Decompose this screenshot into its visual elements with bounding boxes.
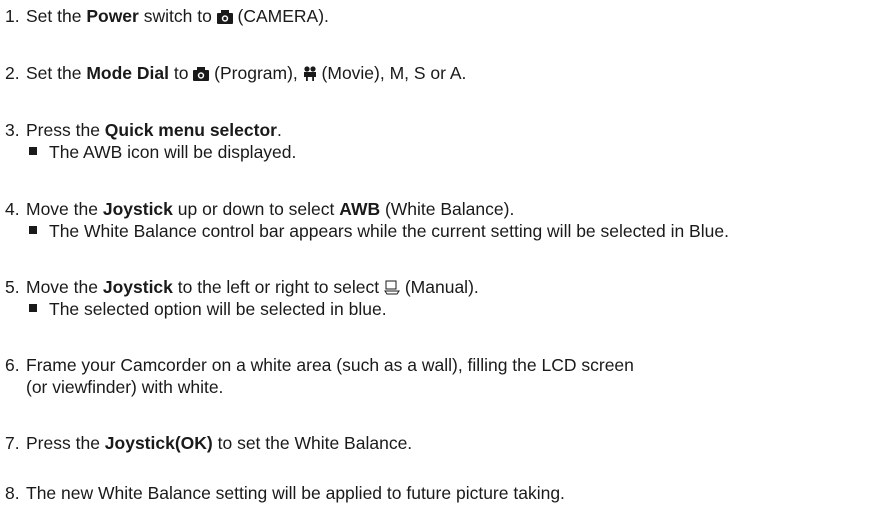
step-text: switch to	[138, 6, 217, 26]
step-2: 2. Set the Mode Dial to (Program), (Movie…	[5, 62, 466, 84]
step-keyword: Joystick	[102, 277, 173, 297]
step-text: (Program),	[209, 63, 303, 83]
sub-note-text: The selected option will be selected in …	[49, 299, 387, 319]
step-number: 4.	[5, 199, 20, 219]
camera-icon	[193, 67, 210, 81]
step-3: 3. Press the Quick menu selector. The AWB…	[5, 119, 296, 163]
step-7: 7. Press the Joystick(OK) to set the Whit…	[5, 432, 412, 454]
step-text: (CAMERA).	[232, 6, 329, 26]
step-8: 8. The new White Balance setting will be …	[5, 482, 565, 504]
step-text: up or down to select	[172, 199, 340, 219]
step-number: 2.	[5, 63, 20, 83]
step-sub-note: The White Balance control bar appears wh…	[5, 220, 729, 242]
step-text: Set the	[26, 63, 87, 83]
step-number: 5.	[5, 277, 20, 297]
step-text: Set the	[26, 6, 87, 26]
step-text: .	[276, 120, 282, 140]
step-number: 6.	[5, 355, 20, 375]
step-keyword: Joystick	[102, 199, 173, 219]
step-text: to the left or right to select	[172, 277, 384, 297]
step-text: Press the	[26, 120, 105, 140]
step-text: Press the	[26, 433, 105, 453]
step-text: to set the White Balance.	[212, 433, 413, 453]
step-6: 6. Frame your Camcorder on a white area (…	[5, 354, 634, 398]
bullet-square-icon	[29, 226, 37, 234]
step-keyword: Quick menu selector	[104, 120, 277, 140]
bullet-square-icon	[29, 304, 37, 312]
camera-icon	[216, 10, 233, 24]
step-sub-note: The selected option will be selected in …	[5, 298, 479, 320]
sub-note-text: The AWB icon will be displayed.	[49, 142, 297, 162]
bullet-square-icon	[29, 147, 37, 155]
instructions-page: 1. Set the Power switch to (CAMERA). 2. Se…	[0, 0, 892, 508]
step-4: 4. Move the Joystick up or down to select…	[5, 198, 729, 242]
step-text: to	[168, 63, 194, 83]
step-text: (White Balance).	[380, 199, 515, 219]
step-text: (Movie), M, S or A.	[316, 63, 467, 83]
step-text: The new White Balance setting will be ap…	[26, 483, 565, 503]
step-text: Move the	[26, 199, 103, 219]
step-keyword: AWB	[339, 199, 381, 219]
step-5: 5. Move the Joystick to the left or right…	[5, 276, 479, 320]
step-keyword: Mode Dial	[86, 63, 169, 83]
sub-note-text: The White Balance control bar appears wh…	[49, 221, 729, 241]
step-keyword: Joystick(OK)	[104, 433, 213, 453]
step-sub-note: The AWB icon will be displayed.	[5, 141, 296, 163]
step-text: (Manual).	[399, 277, 479, 297]
movie-camera-icon	[303, 66, 316, 81]
manual-white-balance-icon	[384, 280, 400, 295]
step-number: 8.	[5, 483, 20, 503]
step-number: 1.	[5, 6, 20, 26]
step-number: 7.	[5, 433, 20, 453]
step-continuation: (or viewfinder) with white.	[26, 377, 224, 397]
step-text: Frame your Camcorder on a white area (su…	[26, 355, 634, 375]
step-1: 1. Set the Power switch to (CAMERA).	[5, 5, 329, 27]
step-keyword: Power	[86, 6, 139, 26]
step-number: 3.	[5, 120, 20, 140]
step-text: Move the	[26, 277, 103, 297]
